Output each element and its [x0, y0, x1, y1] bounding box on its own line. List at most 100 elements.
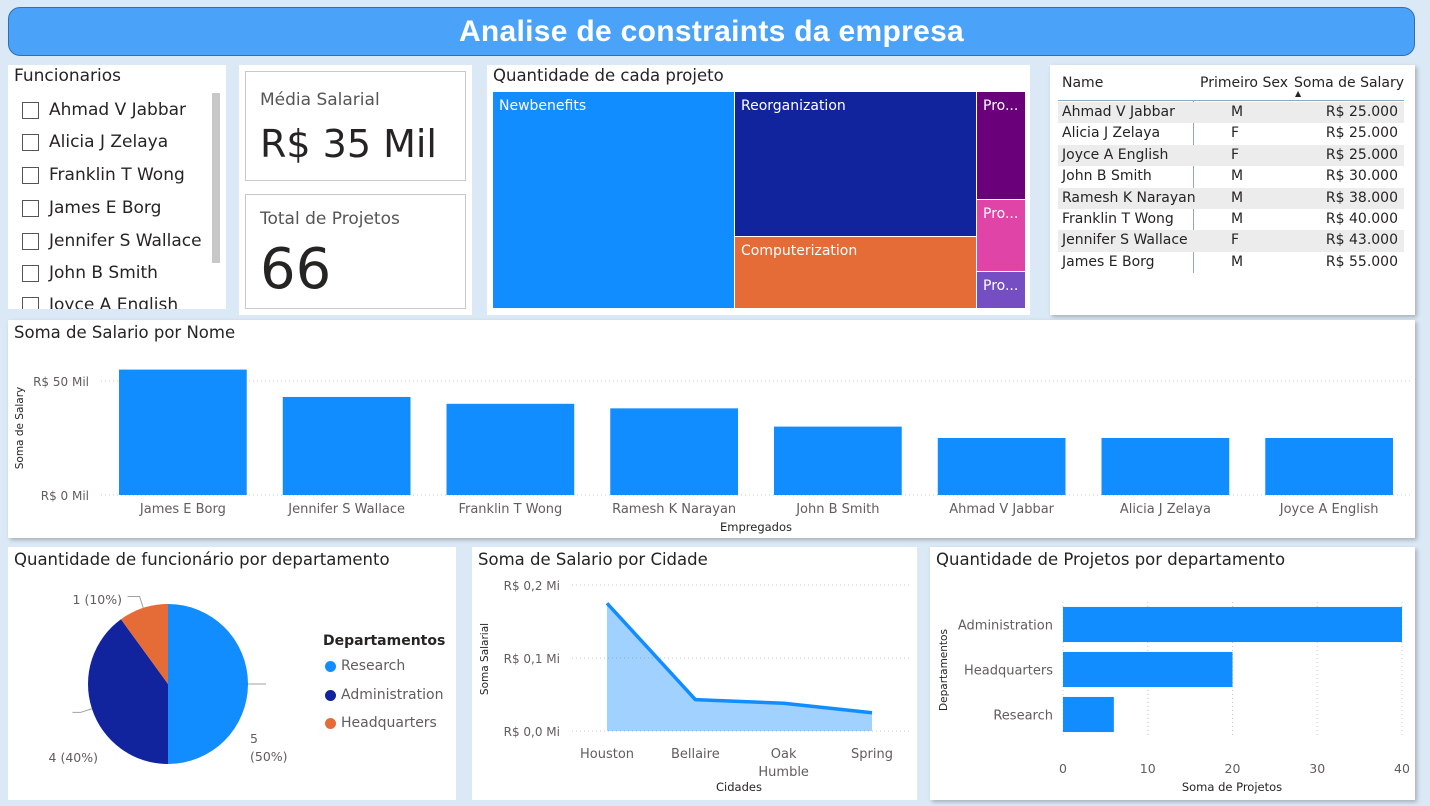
slicer-item[interactable]: Jennifer S Wallace — [22, 230, 202, 252]
table-cell-name: Alicia J Zelaya — [1062, 125, 1161, 142]
slicer-item[interactable]: Franklin T Wong — [22, 164, 185, 186]
x-tick-label: Ahmad V Jabbar — [949, 502, 1054, 517]
table-cell-name: James E Borg — [1062, 253, 1155, 270]
x-tick-label: Houston — [580, 747, 634, 762]
table-cell-name: Ahmad V Jabbar — [1062, 104, 1175, 120]
x-tick-label: Spring — [851, 747, 893, 762]
legend-item-administration[interactable]: Administration — [325, 687, 443, 703]
x-tick-label: Alicia J Zelaya — [1120, 502, 1211, 517]
total-projects-value: 66 — [260, 237, 332, 302]
legend-item-research[interactable]: Research — [325, 658, 405, 674]
y-tick-label: Administration — [958, 619, 1053, 634]
y-axis-title: Soma Salarial — [479, 623, 491, 695]
table-cell-salary: R$ 30.000 — [1325, 168, 1398, 185]
x-tick-label: Oak — [771, 747, 797, 762]
table-cell-salary: R$ 25.000 — [1325, 125, 1398, 142]
treemap-tile-newbenefits[interactable]: Newbenefits — [493, 92, 734, 308]
column-header-salary[interactable]: Soma de Salary — [1294, 75, 1404, 91]
projects-by-department-panel: Quantidade de Projetos por departamento … — [930, 547, 1415, 800]
treemap-tile-project[interactable]: Pro... — [977, 92, 1025, 199]
table-row[interactable]: Joyce A English F R$ 25.000 — [1058, 144, 1404, 167]
bar — [1063, 696, 1114, 733]
legend-item-headquarters[interactable]: Headquarters — [325, 715, 437, 731]
checkbox[interactable] — [22, 232, 39, 250]
bar — [1101, 438, 1230, 495]
x-tick-label: Bellaire — [671, 747, 720, 762]
slicer-item-label: John B Smith — [49, 263, 158, 283]
x-tick-label: James E Borg — [139, 502, 226, 517]
pie-slice — [168, 604, 248, 764]
slicer-item[interactable]: James E Borg — [22, 197, 161, 219]
table-cell-sex: M — [1231, 189, 1244, 206]
slicer-item[interactable]: John B Smith — [22, 262, 158, 284]
checkbox[interactable] — [22, 199, 39, 217]
table-row[interactable]: James E Borg M R$ 55.000 — [1058, 252, 1404, 273]
x-axis-title: Soma de Projetos — [1182, 780, 1282, 794]
total-projects-card: Total de Projetos 66 — [245, 194, 466, 309]
treemap-tile-reorganization[interactable]: Reorganization — [735, 92, 976, 236]
table-row[interactable]: John B Smith M R$ 30.000 — [1058, 166, 1404, 187]
slicer-item-label: Ahmad V Jabbar — [49, 100, 187, 120]
projects-by-department-chart: 0 10 20 30 40 Administration Headquarters Resea… — [938, 602, 1410, 794]
checkbox[interactable] — [22, 264, 39, 282]
checkbox[interactable] — [22, 166, 39, 184]
checkbox[interactable] — [22, 133, 39, 151]
area-fill — [607, 603, 872, 731]
total-projects-label: Total de Projetos — [260, 209, 400, 229]
table-cell-sex: F — [1231, 232, 1240, 249]
x-axis-title: Empregados — [720, 520, 792, 534]
table-cell-salary: R$ 43.000 — [1325, 232, 1398, 249]
report-header: Analise de constraints da empresa — [8, 7, 1415, 56]
average-salary-value: R$ 35 Mil — [260, 122, 437, 166]
data-label: 1 (10%) — [73, 592, 122, 607]
legend-marker — [325, 717, 336, 729]
treemap-tile-project[interactable]: Pro... — [977, 200, 1025, 271]
y-tick-label: R$ 50 Mil — [33, 375, 89, 389]
average-salary-card: Média Salarial R$ 35 Mil — [245, 71, 466, 181]
header-divider — [1058, 100, 1404, 101]
legend-title: Departamentos — [323, 633, 446, 649]
x-axis-title: Cidades — [716, 780, 762, 794]
bar — [774, 426, 902, 495]
slicer-title: Funcionarios — [14, 66, 122, 86]
employee-slicer: Funcionarios Ahmad V Jabbar Alicia J Zel… — [8, 65, 226, 309]
table-row[interactable]: Franklin T Wong M R$ 40.000 — [1058, 209, 1404, 230]
x-tick-label: Humble — [758, 765, 809, 780]
treemap-tile-project[interactable]: Pro... — [977, 272, 1025, 308]
table-row[interactable]: Alicia J Zelaya F R$ 25.000 — [1058, 123, 1404, 144]
table-row[interactable]: Jennifer S Wallace F R$ 43.000 — [1058, 230, 1404, 252]
data-label: 5 — [250, 731, 258, 746]
table-cell-name: Franklin T Wong — [1062, 211, 1174, 227]
sort-descending-icon[interactable]: ▲ — [1295, 89, 1301, 98]
treemap-tile-computerization[interactable]: Computerization — [735, 237, 976, 308]
y-tick-label: R$ 0 Mil — [41, 489, 89, 503]
table-cell-salary: R$ 55.000 — [1325, 253, 1398, 270]
treemap-title: Quantidade de cada projeto — [493, 66, 724, 85]
table-cell-sex: M — [1231, 253, 1244, 270]
y-tick-label: R$ 0,0 Mi — [504, 725, 560, 739]
table-cell-sex: M — [1231, 168, 1244, 185]
table-cell-sex: F — [1231, 125, 1240, 142]
project-treemap: Quantidade de cada projeto Newbenefits R… — [487, 65, 1030, 315]
slicer-item[interactable]: Alicia J Zelaya — [22, 131, 168, 153]
table-cell-name: John B Smith — [1062, 168, 1152, 185]
x-tick-label: Franklin T Wong — [458, 502, 562, 517]
checkbox[interactable] — [22, 101, 39, 119]
x-tick-label: 20 — [1225, 761, 1241, 776]
slicer-item-label: Franklin T Wong — [49, 165, 185, 185]
column-header-name[interactable]: Name — [1062, 75, 1103, 91]
slicer-item[interactable]: Joyce A English — [22, 294, 178, 309]
x-tick-label: 10 — [1140, 761, 1156, 776]
slicer-item-label: Jennifer S Wallace — [49, 231, 202, 251]
slicer-scrollbar[interactable] — [212, 93, 220, 263]
table-row[interactable]: Ramesh K Narayan M R$ 38.000 — [1058, 187, 1404, 209]
table-row[interactable]: Ahmad V Jabbar M R$ 25.000 — [1058, 102, 1404, 124]
column-header-sex[interactable]: Primeiro Sex — [1200, 75, 1288, 91]
leader-line — [127, 596, 144, 609]
slicer-item-label: Alicia J Zelaya — [49, 132, 169, 152]
slicer-item[interactable]: Ahmad V Jabbar — [22, 99, 186, 121]
checkbox[interactable] — [22, 296, 39, 309]
x-tick-label: Ramesh K Narayan — [612, 502, 736, 517]
data-label: 4 (40%) — [49, 750, 98, 765]
kpi-panel: Média Salarial R$ 35 Mil Total de Projet… — [239, 65, 472, 315]
